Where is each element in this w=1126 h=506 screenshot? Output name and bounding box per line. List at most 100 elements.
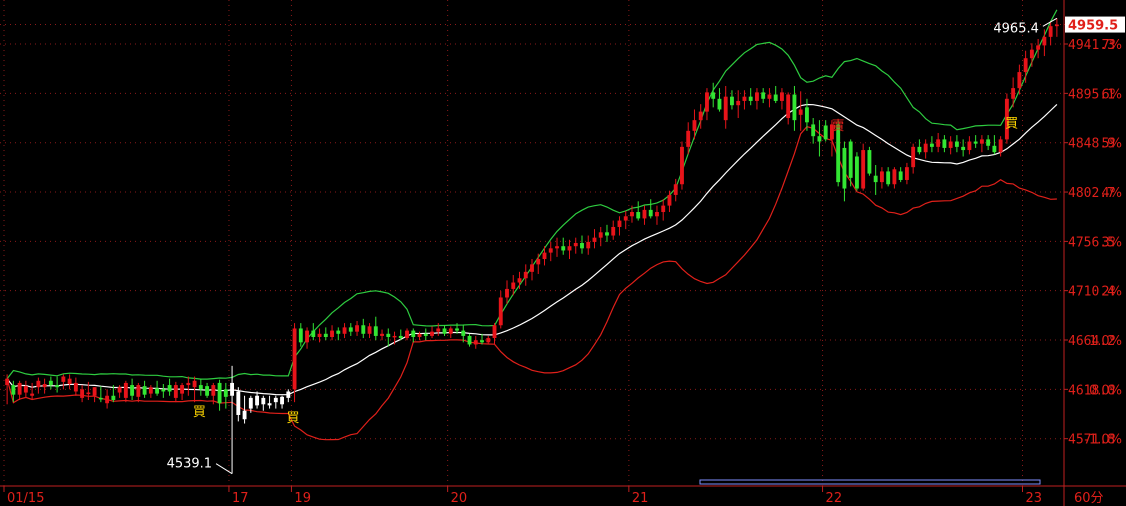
candle-body xyxy=(817,136,822,142)
candle-body xyxy=(411,330,416,337)
candle-body xyxy=(886,171,891,185)
candle-body xyxy=(342,327,347,334)
candle-body xyxy=(380,333,384,336)
candle-body xyxy=(892,169,897,185)
candle-body xyxy=(423,333,428,336)
candle-body xyxy=(286,391,291,398)
candle-body xyxy=(467,335,472,345)
candle-body xyxy=(398,335,403,339)
candle-body xyxy=(979,139,984,144)
x-date-label: 23 xyxy=(1026,491,1043,506)
candle-body xyxy=(136,385,141,397)
candle-body xyxy=(923,143,928,153)
candle-body xyxy=(867,150,872,174)
candle-body xyxy=(1042,36,1047,46)
candle-body xyxy=(192,380,197,388)
candle-body xyxy=(542,252,547,260)
x-date-label: 19 xyxy=(294,491,311,506)
candle-body xyxy=(698,111,703,121)
candle-body xyxy=(298,328,303,343)
candle-body xyxy=(767,94,772,99)
candle-body xyxy=(948,141,953,148)
candle-body xyxy=(492,325,497,339)
candle-body xyxy=(130,385,135,396)
candle-body xyxy=(811,124,816,137)
candle-body xyxy=(261,397,266,405)
candle-body xyxy=(273,397,278,403)
candle-body xyxy=(42,384,47,388)
candle-body xyxy=(861,150,866,189)
x-date-label: 22 xyxy=(826,491,843,506)
candle-body xyxy=(323,333,328,337)
candle-body xyxy=(448,328,453,334)
candle-body xyxy=(36,380,41,388)
candle-body xyxy=(848,141,853,178)
candle-body xyxy=(730,96,734,106)
candle-body xyxy=(748,96,753,101)
candle-body xyxy=(248,397,253,409)
y-pct-tick-label: 3% xyxy=(1101,235,1122,250)
candle-body xyxy=(586,241,591,249)
candle-body xyxy=(455,328,459,331)
candle-body xyxy=(86,392,91,395)
high-label: 4965.4 xyxy=(993,21,1039,36)
candle-body xyxy=(879,171,884,183)
candle-body xyxy=(592,237,597,242)
candle-body xyxy=(967,141,972,151)
candle-body xyxy=(292,328,297,390)
x-date-label: 01/15 xyxy=(7,491,44,506)
candle-body xyxy=(486,338,491,343)
candle-body xyxy=(929,143,934,147)
candle-body xyxy=(155,388,160,394)
candle-body xyxy=(936,139,941,147)
candle-body xyxy=(773,94,778,101)
candle-body xyxy=(405,330,409,339)
candle-body xyxy=(842,147,847,189)
candle-body xyxy=(711,92,716,99)
candle-body xyxy=(904,167,909,180)
candle-body xyxy=(798,109,803,115)
candle-body xyxy=(430,331,434,336)
y-pct-tick-label: 1.0% xyxy=(1089,334,1122,349)
candle-body xyxy=(355,325,359,332)
candle-body xyxy=(167,385,172,392)
candle-body xyxy=(267,403,272,406)
candle-body xyxy=(692,120,697,131)
candle-body xyxy=(48,380,53,386)
candle-body xyxy=(617,220,622,227)
candle-body xyxy=(536,259,541,265)
candle-body xyxy=(461,330,466,336)
candle-body xyxy=(786,94,791,119)
candle-body xyxy=(873,175,878,183)
candle-body xyxy=(598,232,603,238)
candle-body xyxy=(367,326,372,334)
candle-body xyxy=(17,382,22,395)
candle-body xyxy=(680,146,684,185)
candle-body xyxy=(61,376,66,382)
candle-body xyxy=(236,391,241,415)
y-pct-tick-label: -1.0% xyxy=(1084,433,1122,448)
candle-body xyxy=(742,96,747,101)
candlestick-chart: 買買買賣 4959.54941.34895.14848.94802.74756.… xyxy=(0,0,1126,506)
candle-body xyxy=(942,139,947,148)
candle-body xyxy=(373,326,378,336)
candle-body xyxy=(517,278,522,283)
x-date-label: 21 xyxy=(632,491,649,506)
candle-body xyxy=(548,248,553,253)
candle-body xyxy=(642,209,647,219)
candle-body xyxy=(573,243,578,247)
candle-body xyxy=(186,382,191,386)
candle-body xyxy=(498,297,503,326)
candle-body xyxy=(992,145,997,153)
candle-body xyxy=(804,107,809,123)
candle-body xyxy=(954,141,959,147)
buy-signal: 買 xyxy=(1005,116,1018,131)
candle-body xyxy=(30,393,35,396)
candle-body xyxy=(623,216,628,221)
candle-body xyxy=(580,243,584,249)
candle-body xyxy=(211,385,216,396)
candle-body xyxy=(280,396,284,405)
low-label: 4539.1 xyxy=(167,457,213,472)
candle-body xyxy=(1029,49,1034,59)
candle-body xyxy=(305,330,309,343)
